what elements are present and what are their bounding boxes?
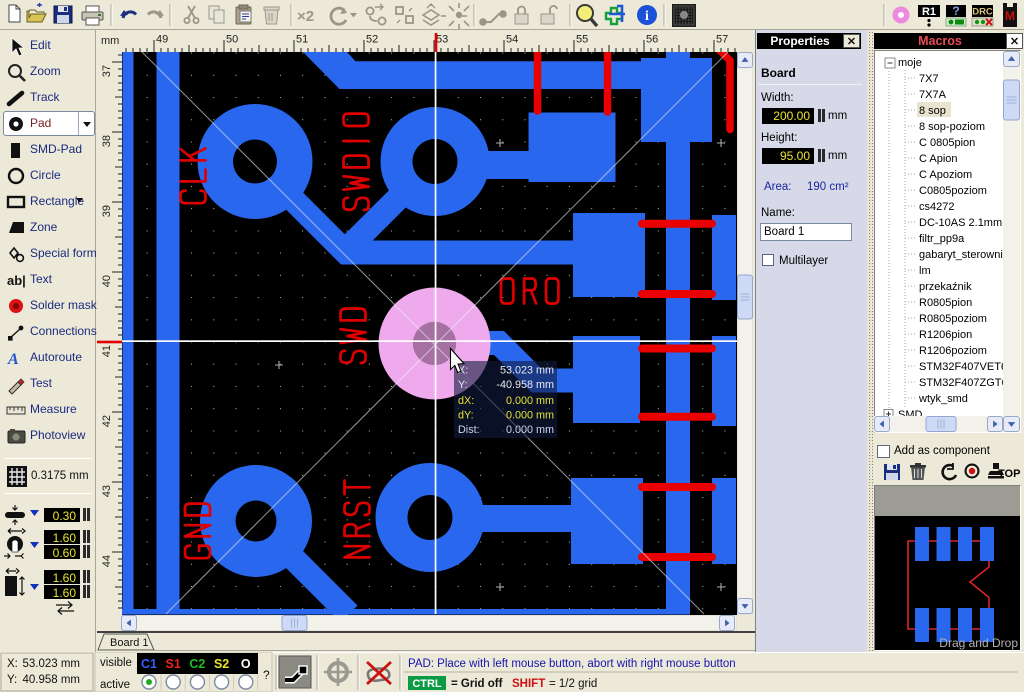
svg-text:mm: mm — [536, 424, 554, 436]
svg-text:7X7: 7X7 — [919, 73, 939, 85]
svg-text:mm: mm — [536, 395, 554, 407]
svg-text:STM32F407ZGT6: STM32F407ZGT6 — [919, 377, 1008, 389]
svg-text:S2: S2 — [214, 657, 229, 671]
svg-text:53.023 mm: 53.023 mm — [22, 658, 80, 670]
svg-text:M: M — [1005, 9, 1015, 23]
svg-text:SHIFT: SHIFT — [512, 678, 545, 690]
svg-text:A: A — [7, 351, 19, 368]
svg-text:8 sop: 8 sop — [919, 105, 946, 117]
svg-text:53.023: 53.023 — [500, 365, 533, 377]
svg-text:PAD: Place with left mouse bu: PAD: Place with left mouse button, abort… — [408, 658, 736, 670]
svg-text:39: 39 — [101, 205, 113, 217]
svg-text:mm: mm — [536, 379, 554, 391]
svg-text:7X7A: 7X7A — [919, 89, 947, 101]
svg-text:C0805poziom: C0805poziom — [919, 185, 987, 197]
svg-text:55: 55 — [576, 34, 588, 46]
svg-text:C 0805pion: C 0805pion — [919, 137, 975, 149]
svg-text:57: 57 — [716, 34, 728, 46]
svg-text:= Grid off: = Grid off — [451, 678, 503, 690]
svg-text:R1206pion: R1206pion — [919, 329, 972, 341]
svg-text:i: i — [645, 9, 649, 24]
svg-text:DRC: DRC — [972, 7, 993, 18]
svg-text:C2: C2 — [189, 657, 205, 671]
svg-text:dX:: dX: — [458, 395, 474, 407]
svg-text:TOP: TOP — [998, 468, 1020, 480]
svg-text:38: 38 — [101, 135, 113, 147]
svg-text:Drag and Drop: Drag and Drop — [939, 636, 1018, 650]
svg-text:R0805pion: R0805pion — [919, 297, 972, 309]
svg-text:?: ? — [952, 4, 959, 18]
svg-text:O: O — [241, 657, 251, 671]
svg-text:Y:: Y: — [458, 379, 468, 391]
svg-text:wtyk_smd: wtyk_smd — [918, 393, 968, 405]
svg-text:dY:: dY: — [458, 410, 474, 422]
svg-text:S1: S1 — [166, 657, 181, 671]
svg-text:8 sop-poziom: 8 sop-poziom — [919, 121, 985, 133]
svg-text:ab|: ab| — [7, 273, 26, 288]
svg-text:49: 49 — [156, 34, 168, 46]
svg-text:0.000: 0.000 — [506, 410, 533, 422]
svg-text:lm: lm — [919, 265, 931, 277]
svg-text:56: 56 — [646, 34, 658, 46]
svg-text:C Apion: C Apion — [919, 153, 958, 165]
svg-text:44: 44 — [101, 555, 113, 567]
svg-text:R0805poziom: R0805poziom — [919, 313, 987, 325]
svg-text:moje: moje — [898, 57, 922, 69]
svg-text:Y:: Y: — [7, 674, 17, 686]
svg-text:Board 1: Board 1 — [110, 637, 149, 649]
svg-text:?: ? — [263, 668, 270, 682]
svg-text:C1: C1 — [141, 657, 157, 671]
svg-text:37: 37 — [101, 65, 113, 77]
svg-text:CTRL: CTRL — [412, 678, 442, 690]
svg-text:R1: R1 — [922, 6, 936, 18]
svg-text:0.000: 0.000 — [506, 424, 533, 436]
svg-text:-40.958: -40.958 — [496, 379, 533, 391]
svg-text:DC-10AS 2.1mm Pi: DC-10AS 2.1mm Pi — [919, 217, 1015, 229]
svg-text:przekaźnik: przekaźnik — [919, 281, 972, 293]
svg-text:cs4272: cs4272 — [919, 201, 954, 213]
svg-text:54: 54 — [506, 34, 518, 46]
svg-text:40.958 mm: 40.958 mm — [22, 674, 80, 686]
svg-text:gabaryt_sterownik: gabaryt_sterownik — [919, 249, 1009, 261]
svg-text:×2: ×2 — [297, 8, 314, 25]
svg-text:STM32F407VET6: STM32F407VET6 — [919, 361, 1007, 373]
svg-text:mm: mm — [101, 35, 119, 47]
svg-text:filtr_pp9a: filtr_pp9a — [919, 233, 965, 245]
svg-text:53: 53 — [436, 34, 448, 46]
svg-text:Dist:: Dist: — [458, 424, 480, 436]
svg-text:0.000: 0.000 — [506, 395, 533, 407]
svg-text:X:: X: — [7, 658, 18, 670]
svg-text:mm: mm — [536, 410, 554, 422]
svg-text:52: 52 — [366, 34, 378, 46]
svg-text:= 1/2 grid: = 1/2 grid — [549, 678, 597, 690]
svg-text:43: 43 — [101, 485, 113, 497]
svg-text:visible: visible — [100, 657, 132, 669]
svg-text:mm: mm — [536, 365, 554, 377]
svg-text:40: 40 — [101, 275, 113, 287]
svg-text:42: 42 — [101, 415, 113, 427]
svg-text:R1206poziom: R1206poziom — [919, 345, 987, 357]
svg-text:50: 50 — [226, 34, 238, 46]
svg-text:41: 41 — [101, 345, 113, 357]
svg-text:51: 51 — [296, 34, 308, 46]
svg-text:C Apoziom: C Apoziom — [919, 169, 972, 181]
svg-text:active: active — [100, 679, 130, 691]
